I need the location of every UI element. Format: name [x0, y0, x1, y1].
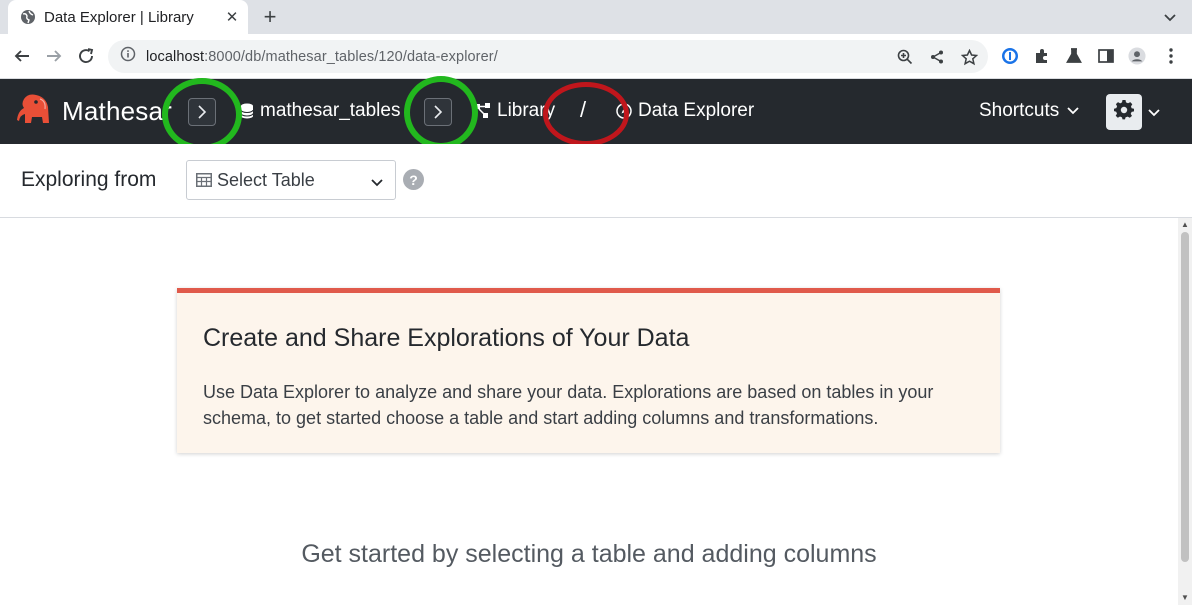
empty-state-message: Get started by selecting a table and add…	[301, 540, 877, 568]
forward-arrow-icon[interactable]	[44, 46, 64, 66]
breadcrumb-database[interactable]: mathesar_tables	[240, 100, 400, 122]
settings-chevron-down-icon[interactable]	[1148, 104, 1160, 122]
database-icon	[240, 103, 254, 119]
browser-tab[interactable]: Data Explorer | Library ✕	[8, 0, 248, 34]
reload-icon[interactable]	[76, 46, 96, 66]
address-bar[interactable]: localhost:8000/db/mathesar_tables/120/da…	[108, 40, 988, 73]
table-select-value: Select Table	[217, 169, 315, 190]
site-info-icon[interactable]	[120, 46, 136, 67]
back-arrow-icon[interactable]	[12, 46, 32, 66]
highlight-circle-green	[162, 78, 242, 151]
share-icon[interactable]	[928, 48, 946, 66]
chevron-down-icon	[371, 174, 383, 192]
breadcrumb-page[interactable]: Data Explorer	[616, 100, 754, 122]
side-panel-icon[interactable]	[1097, 47, 1115, 65]
shortcuts-label: Shortcuts	[979, 100, 1060, 121]
bookmark-star-icon[interactable]	[960, 48, 978, 66]
callout-body: Use Data Explorer to analyze and share y…	[203, 382, 934, 428]
highlight-circle-red	[543, 82, 629, 146]
settings-button[interactable]	[1106, 94, 1142, 130]
browser-menu-icon[interactable]	[1162, 47, 1180, 65]
password-manager-icon[interactable]	[1001, 47, 1019, 65]
tab-search-chevron-icon[interactable]	[1162, 9, 1178, 25]
lab-flask-icon[interactable]	[1065, 47, 1083, 65]
profile-avatar-icon[interactable]	[1128, 47, 1146, 65]
callout-title: Create and Share Explorations of Your Da…	[203, 324, 690, 352]
close-tab-icon[interactable]: ✕	[224, 9, 240, 26]
shortcuts-menu[interactable]: Shortcuts	[979, 100, 1079, 122]
highlight-circle-green	[404, 76, 478, 149]
breadcrumb-database-label: mathesar_tables	[260, 100, 401, 121]
explore-source-bar: Exploring from Select Table ?	[0, 144, 1192, 218]
exploring-from-label: Exploring from	[21, 168, 157, 191]
brand-name[interactable]: Mathesar	[62, 96, 172, 127]
new-tab-button[interactable]: +	[258, 4, 282, 29]
chevron-down-icon	[1067, 107, 1079, 115]
breadcrumb-page-label: Data Explorer	[638, 100, 755, 121]
browser-toolbar: localhost:8000/db/mathesar_tables/120/da…	[0, 34, 1192, 79]
table-select[interactable]: Select Table	[186, 160, 396, 200]
globe-icon	[20, 9, 36, 25]
browser-tab-strip: Data Explorer | Library ✕ +	[0, 0, 1192, 34]
scrollbar[interactable]: ▲ ▼	[1178, 218, 1192, 605]
zoom-icon[interactable]	[896, 48, 914, 66]
scroll-down-arrow-icon[interactable]: ▼	[1181, 594, 1189, 602]
table-icon	[196, 173, 212, 187]
tab-title: Data Explorer | Library	[44, 8, 194, 26]
url-text: localhost:8000/db/mathesar_tables/120/da…	[146, 48, 498, 65]
mathesar-logo-icon[interactable]	[16, 93, 54, 129]
gear-icon	[1114, 99, 1134, 125]
intro-callout: Create and Share Explorations of Your Da…	[177, 288, 1000, 453]
help-icon[interactable]: ?	[403, 169, 424, 190]
extensions-puzzle-icon[interactable]	[1033, 47, 1051, 65]
scroll-up-arrow-icon[interactable]: ▲	[1181, 221, 1189, 229]
scrollbar-thumb[interactable]	[1181, 232, 1189, 562]
app-header: Mathesar mathesar_tables Library / Data …	[0, 76, 1192, 151]
